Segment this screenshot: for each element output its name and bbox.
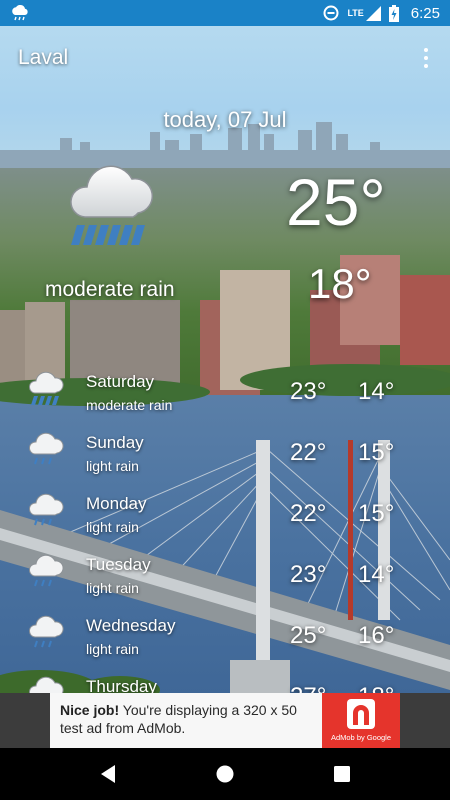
forecast-day: Tuesday: [86, 555, 151, 574]
current-temperature: 25°: [286, 165, 386, 239]
data-saver-icon: [323, 5, 339, 21]
forecast-row[interactable]: Sunday light rain 22° 15°: [0, 422, 450, 483]
rain-cloud-icon: [29, 371, 64, 405]
forecast-description: light rain: [86, 580, 139, 596]
light-rain-cloud-icon: [29, 554, 64, 587]
app-bar: Laval: [0, 26, 450, 88]
ad-content[interactable]: Nice job! You're displaying a 320 x 50 t…: [50, 693, 400, 748]
admob-icon: [347, 699, 375, 729]
ad-headline: Nice job!: [60, 702, 120, 718]
forecast-row[interactable]: Thursday 27° 18°: [0, 666, 450, 693]
weather-notification-icon: [12, 5, 28, 21]
recents-icon: [333, 766, 350, 782]
forecast-high: 22°: [290, 500, 327, 527]
admob-logo[interactable]: AdMob by Google: [322, 693, 400, 748]
forecast-low: 14°: [358, 378, 395, 405]
forecast-row[interactable]: Wednesday light rain 25° 16°: [0, 605, 450, 666]
back-icon: [101, 765, 116, 783]
forecast-description: light rain: [86, 458, 139, 474]
forecast-day: Saturday: [86, 372, 155, 391]
navigation-bar: [0, 748, 450, 800]
light-rain-cloud-icon: [29, 676, 64, 693]
forecast-high: 23°: [290, 378, 327, 405]
current-date: today, 07 Jul: [163, 107, 287, 132]
forecast-low: 15°: [358, 439, 395, 466]
forecast-row[interactable]: Tuesday light rain 23° 14°: [0, 544, 450, 605]
ad-banner[interactable]: Nice job! You're displaying a 320 x 50 t…: [0, 693, 450, 748]
overflow-menu-icon[interactable]: [416, 46, 436, 70]
network-type-label: LTE: [347, 7, 364, 18]
forecast-day: Thursday: [86, 677, 157, 693]
forecast-low: 14°: [358, 561, 395, 588]
forecast-day: Wednesday: [86, 616, 176, 635]
forecast-row[interactable]: Saturday moderate rain 23° 14°: [0, 361, 450, 422]
forecast-description: light rain: [86, 641, 139, 657]
signal-icon: [365, 5, 381, 21]
forecast-high: 27°: [290, 683, 326, 693]
ad-text: Nice job! You're displaying a 320 x 50 t…: [60, 701, 315, 737]
forecast-day: Sunday: [86, 433, 144, 452]
forecast-low: 15°: [358, 500, 395, 527]
forecast-high: 23°: [290, 561, 327, 588]
forecast-high: 25°: [290, 622, 327, 649]
forecast-row[interactable]: Monday light rain 22° 15°: [0, 483, 450, 544]
rain-cloud-icon: [70, 165, 154, 245]
back-button[interactable]: [88, 754, 128, 794]
home-icon: [216, 765, 234, 783]
home-button[interactable]: [205, 754, 245, 794]
forecast-low: 16°: [358, 622, 395, 649]
city-name[interactable]: Laval: [18, 46, 68, 70]
forecast-list[interactable]: Saturday moderate rain 23° 14° Sunday li…: [0, 361, 450, 693]
light-rain-cloud-icon: [29, 493, 64, 526]
light-rain-cloud-icon: [29, 615, 64, 648]
light-rain-cloud-icon: [29, 432, 64, 465]
current-condition: moderate rain: [45, 278, 175, 301]
forecast-high: 22°: [290, 439, 327, 466]
recents-button[interactable]: [322, 754, 362, 794]
status-time: 6:25: [410, 4, 440, 22]
forecast-low: 18°: [358, 683, 394, 693]
current-low-temperature: 18°: [308, 260, 372, 307]
admob-brand: AdMob by Google: [330, 733, 392, 742]
forecast-day: Monday: [86, 494, 147, 513]
battery-icon: [388, 4, 399, 22]
forecast-description: moderate rain: [86, 397, 173, 413]
status-bar: LTE 6:25: [0, 0, 450, 26]
forecast-description: light rain: [86, 519, 139, 535]
